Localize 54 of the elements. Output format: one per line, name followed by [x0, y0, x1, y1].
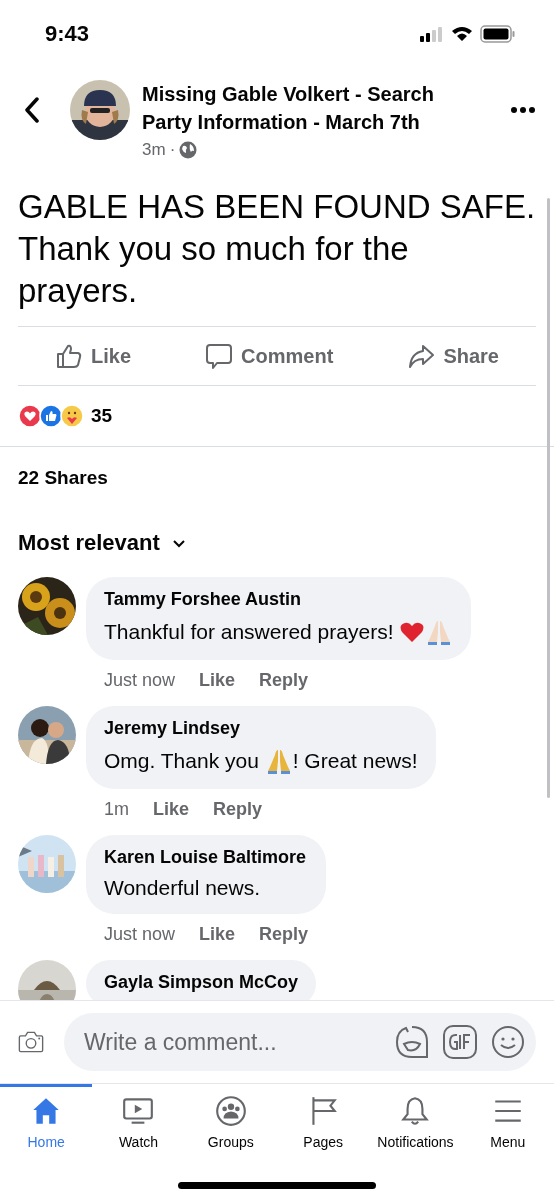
post-title[interactable]: Missing Gable Volkert - Search Party Information - March 7th — [142, 80, 472, 136]
hug-reaction-icon — [60, 404, 84, 428]
back-chevron-icon — [24, 97, 40, 123]
post-time: 3m — [142, 140, 166, 160]
more-dots-icon — [510, 106, 536, 114]
signal-icon — [420, 26, 444, 42]
comment-author[interactable]: Karen Louise Baltimore — [104, 847, 309, 868]
comment-text: ! Great news! — [292, 749, 418, 773]
status-time: 9:43 — [45, 21, 90, 47]
tab[interactable]: Pages — [277, 1084, 370, 1170]
smiley-icon[interactable] — [490, 1024, 526, 1060]
comment-like-link[interactable]: Like — [199, 924, 236, 945]
battery-icon — [480, 25, 516, 43]
comment-time: Just now — [104, 924, 176, 945]
tab[interactable]: Home — [0, 1084, 93, 1170]
comment-time: 1m — [104, 799, 129, 820]
like-button[interactable]: Like — [45, 336, 142, 376]
comment-button[interactable]: Comment — [195, 336, 344, 376]
chevron-down-icon — [171, 538, 186, 548]
comment-text: Thankful for answered prayers! — [104, 620, 395, 644]
tab[interactable]: Groups — [184, 1084, 277, 1170]
globe-icon — [179, 141, 198, 159]
tab[interactable]: Notifications — [369, 1084, 462, 1170]
comment-input[interactable]: Write a comment... — [82, 1027, 382, 1057]
reaction-count[interactable]: 35 — [91, 405, 113, 427]
comment-like-link[interactable]: Like — [199, 670, 236, 691]
comment-reply-link[interactable]: Reply — [259, 670, 309, 691]
share-button[interactable]: Share — [397, 336, 509, 376]
comment-reply-link[interactable]: Reply — [213, 799, 263, 820]
comment-author[interactable]: Jeremy Lindsey — [104, 718, 418, 739]
tab[interactable]: Watch — [92, 1084, 185, 1170]
sort-dropdown[interactable]: Most relevant — [0, 525, 204, 561]
heart-reaction-icon — [18, 404, 42, 428]
comment-author[interactable]: Tammy Forshee Austin — [104, 589, 454, 610]
comment-author[interactable]: Gayla Simpson McCoy — [104, 972, 299, 993]
separator-dot: · — [169, 140, 176, 160]
gif-icon[interactable] — [442, 1024, 478, 1060]
comment-text: Omg. Thank you — [104, 749, 260, 773]
comment-time: Just now — [104, 670, 176, 691]
comment-reply-link[interactable]: Reply — [259, 924, 309, 945]
thumbs-up-icon — [55, 342, 83, 370]
people-icon — [213, 1094, 248, 1128]
share-arrow-icon — [407, 342, 436, 370]
comment-field[interactable]: Write a comment... — [64, 1013, 536, 1071]
post-text: GABLE HAS BEEN FOUND SAFE. Thank you so much for the prayers. — [17, 187, 537, 311]
heart-icon — [399, 620, 426, 644]
share-count[interactable]: 22 Shares — [0, 447, 554, 505]
speech-bubble-icon — [205, 342, 234, 370]
comment-like-link[interactable]: Like — [153, 799, 190, 820]
like-reaction-icon — [39, 404, 63, 428]
tab[interactable]: Menu — [461, 1084, 554, 1170]
sticker-icon[interactable] — [394, 1024, 430, 1060]
comment-text: Wonderful news. — [104, 876, 261, 900]
wifi-icon — [451, 26, 473, 42]
